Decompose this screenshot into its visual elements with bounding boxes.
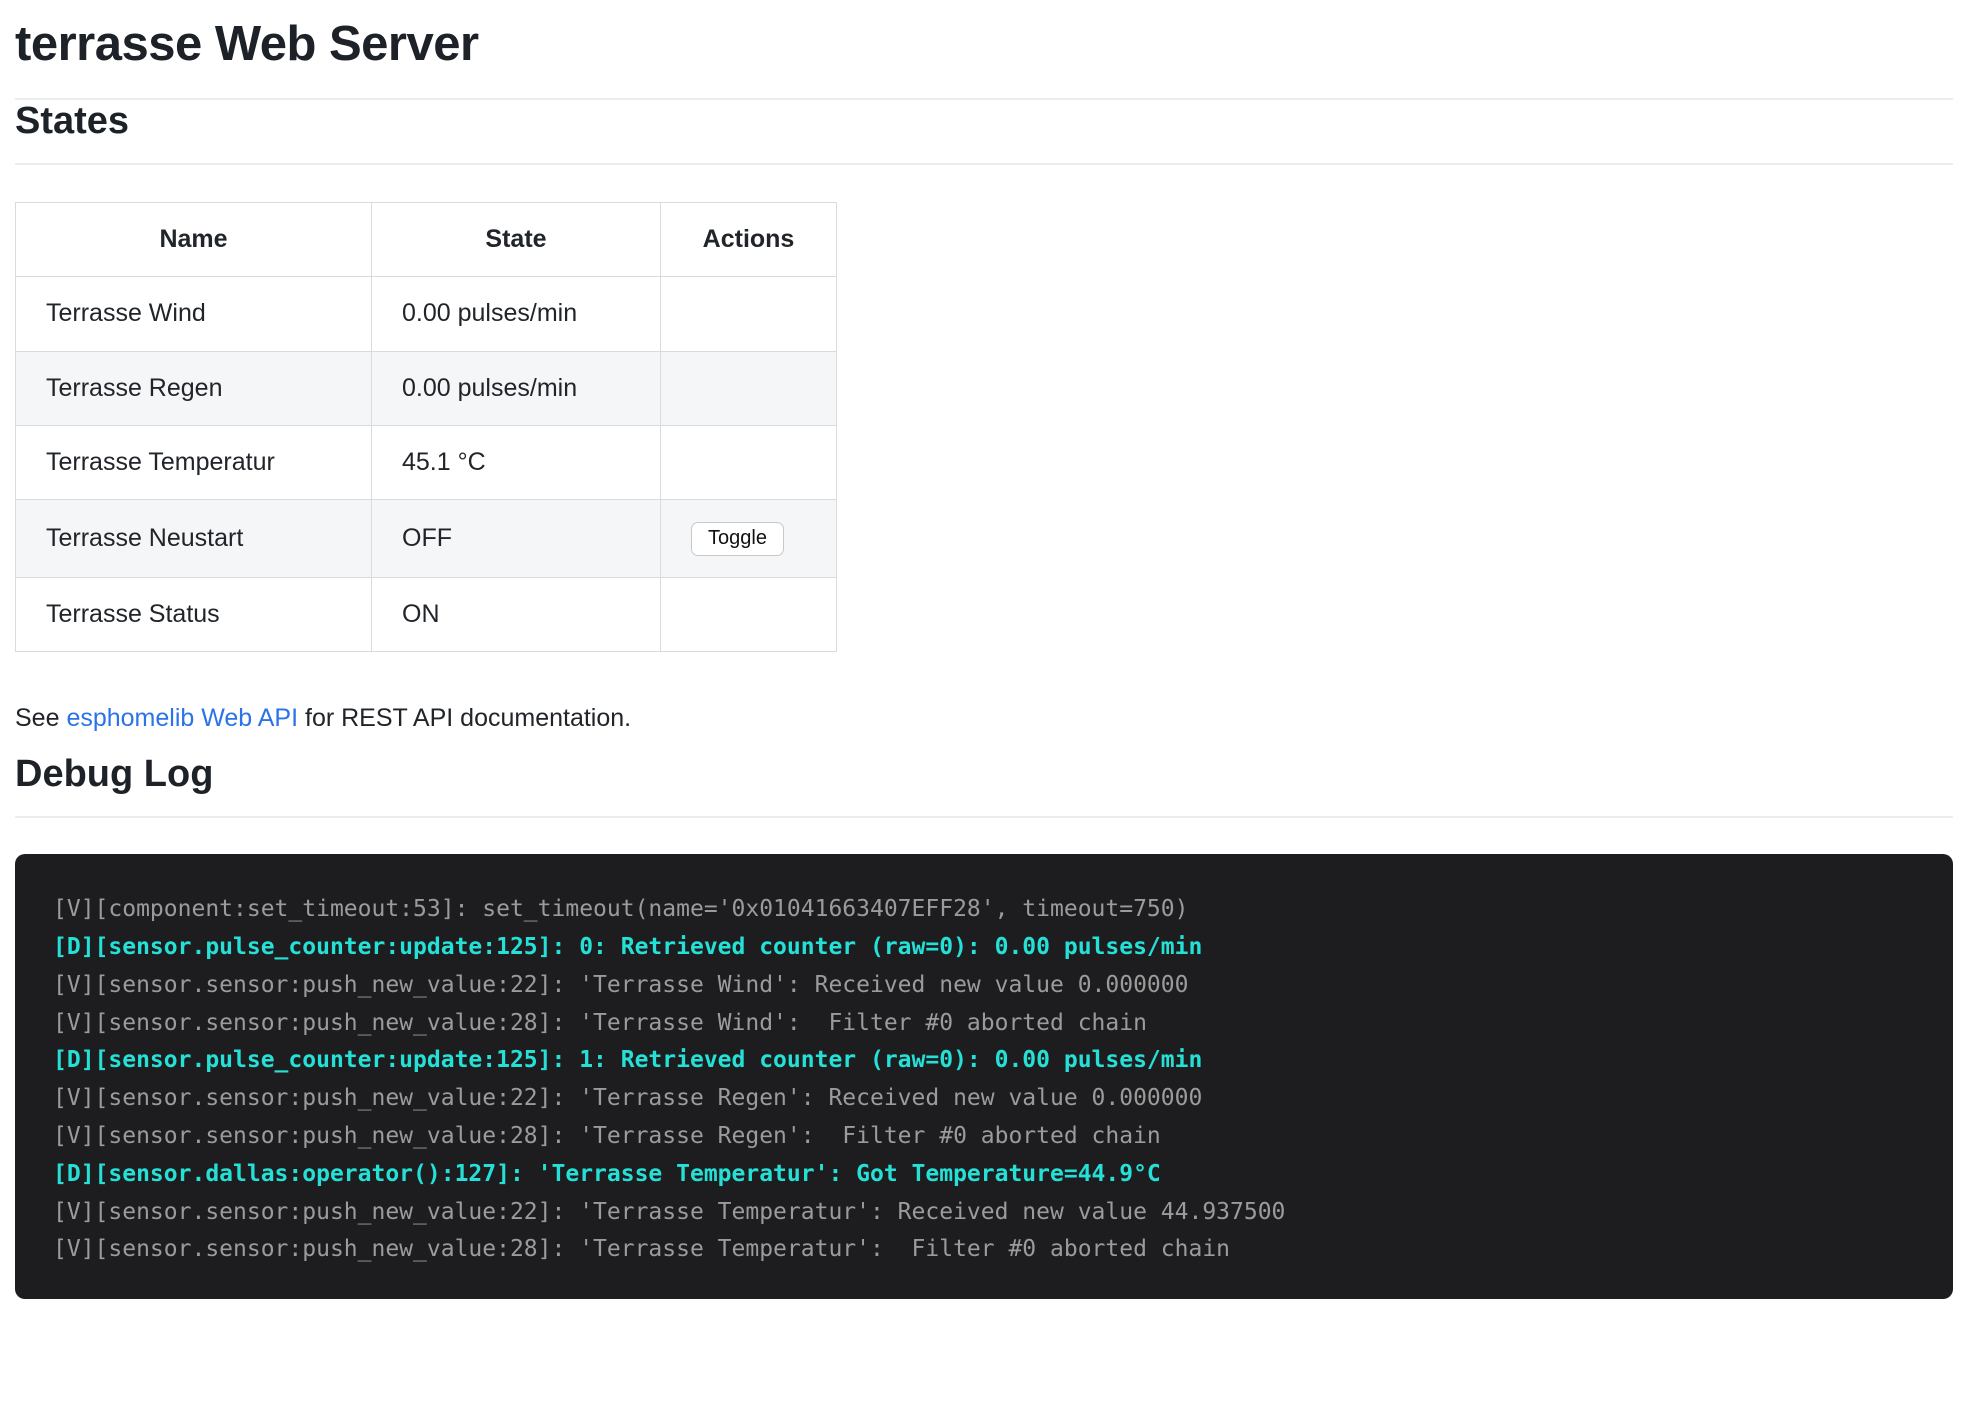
cell-state: 0.00 pulses/min [372,277,661,351]
log-line: [V][sensor.sensor:push_new_value:28]: 'T… [53,1231,1953,1269]
table-header-row: Name State Actions [16,203,837,277]
cell-name: Terrasse Regen [16,351,372,425]
log-line: [D][sensor.dallas:operator():127]: 'Terr… [53,1156,1953,1194]
log-line: [D][sensor.pulse_counter:update:125]: 1:… [53,1042,1953,1080]
cell-state: OFF [372,500,661,578]
table-row: Terrasse Regen 0.00 pulses/min [16,351,837,425]
page-root: terrasse Web Server States Name State Ac… [0,16,1968,1319]
debug-log-section: Debug Log [V][component:set_timeout:53]:… [15,753,1953,1299]
states-heading: States [15,100,1953,143]
api-note-prefix: See [15,704,66,732]
debug-log-heading: Debug Log [15,753,1953,796]
cell-name: Terrasse Neustart [16,500,372,578]
states-divider [15,163,1953,165]
cell-actions [661,578,837,652]
log-line: [D][sensor.pulse_counter:update:125]: 0:… [53,929,1953,967]
table-row: Terrasse Wind 0.00 pulses/min [16,277,837,351]
debug-log-panel: [V][component:set_timeout:53]: set_timeo… [15,854,1953,1299]
cell-name: Terrasse Wind [16,277,372,351]
cell-actions: Toggle [661,500,837,578]
header-name: Name [16,203,372,277]
states-table: Name State Actions Terrasse Wind 0.00 pu… [15,202,837,652]
cell-actions [661,277,837,351]
log-line: [V][sensor.sensor:push_new_value:22]: 'T… [53,1194,1953,1232]
cell-state: 0.00 pulses/min [372,351,661,425]
cell-name: Terrasse Status [16,578,372,652]
log-line: [V][sensor.sensor:push_new_value:22]: 'T… [53,967,1953,1005]
log-line: [V][sensor.sensor:push_new_value:28]: 'T… [53,1005,1953,1043]
table-row: Terrasse Status ON [16,578,837,652]
api-note: See esphomelib Web API for REST API docu… [15,704,1953,733]
cell-actions [661,425,837,499]
cell-actions [661,351,837,425]
debug-divider [15,816,1953,818]
log-line: [V][component:set_timeout:53]: set_timeo… [53,891,1953,929]
esphomelib-web-api-link[interactable]: esphomelib Web API [66,704,298,732]
table-row: Terrasse Neustart OFF Toggle [16,500,837,578]
header-actions: Actions [661,203,837,277]
table-row: Terrasse Temperatur 45.1 °C [16,425,837,499]
log-line: [V][sensor.sensor:push_new_value:28]: 'T… [53,1118,1953,1156]
page-title: terrasse Web Server [15,16,1953,72]
log-line: [V][sensor.sensor:push_new_value:22]: 'T… [53,1080,1953,1118]
header-state: State [372,203,661,277]
cell-state: ON [372,578,661,652]
cell-name: Terrasse Temperatur [16,425,372,499]
cell-state: 45.1 °C [372,425,661,499]
toggle-button[interactable]: Toggle [691,522,784,556]
api-note-suffix: for REST API documentation. [298,704,631,732]
